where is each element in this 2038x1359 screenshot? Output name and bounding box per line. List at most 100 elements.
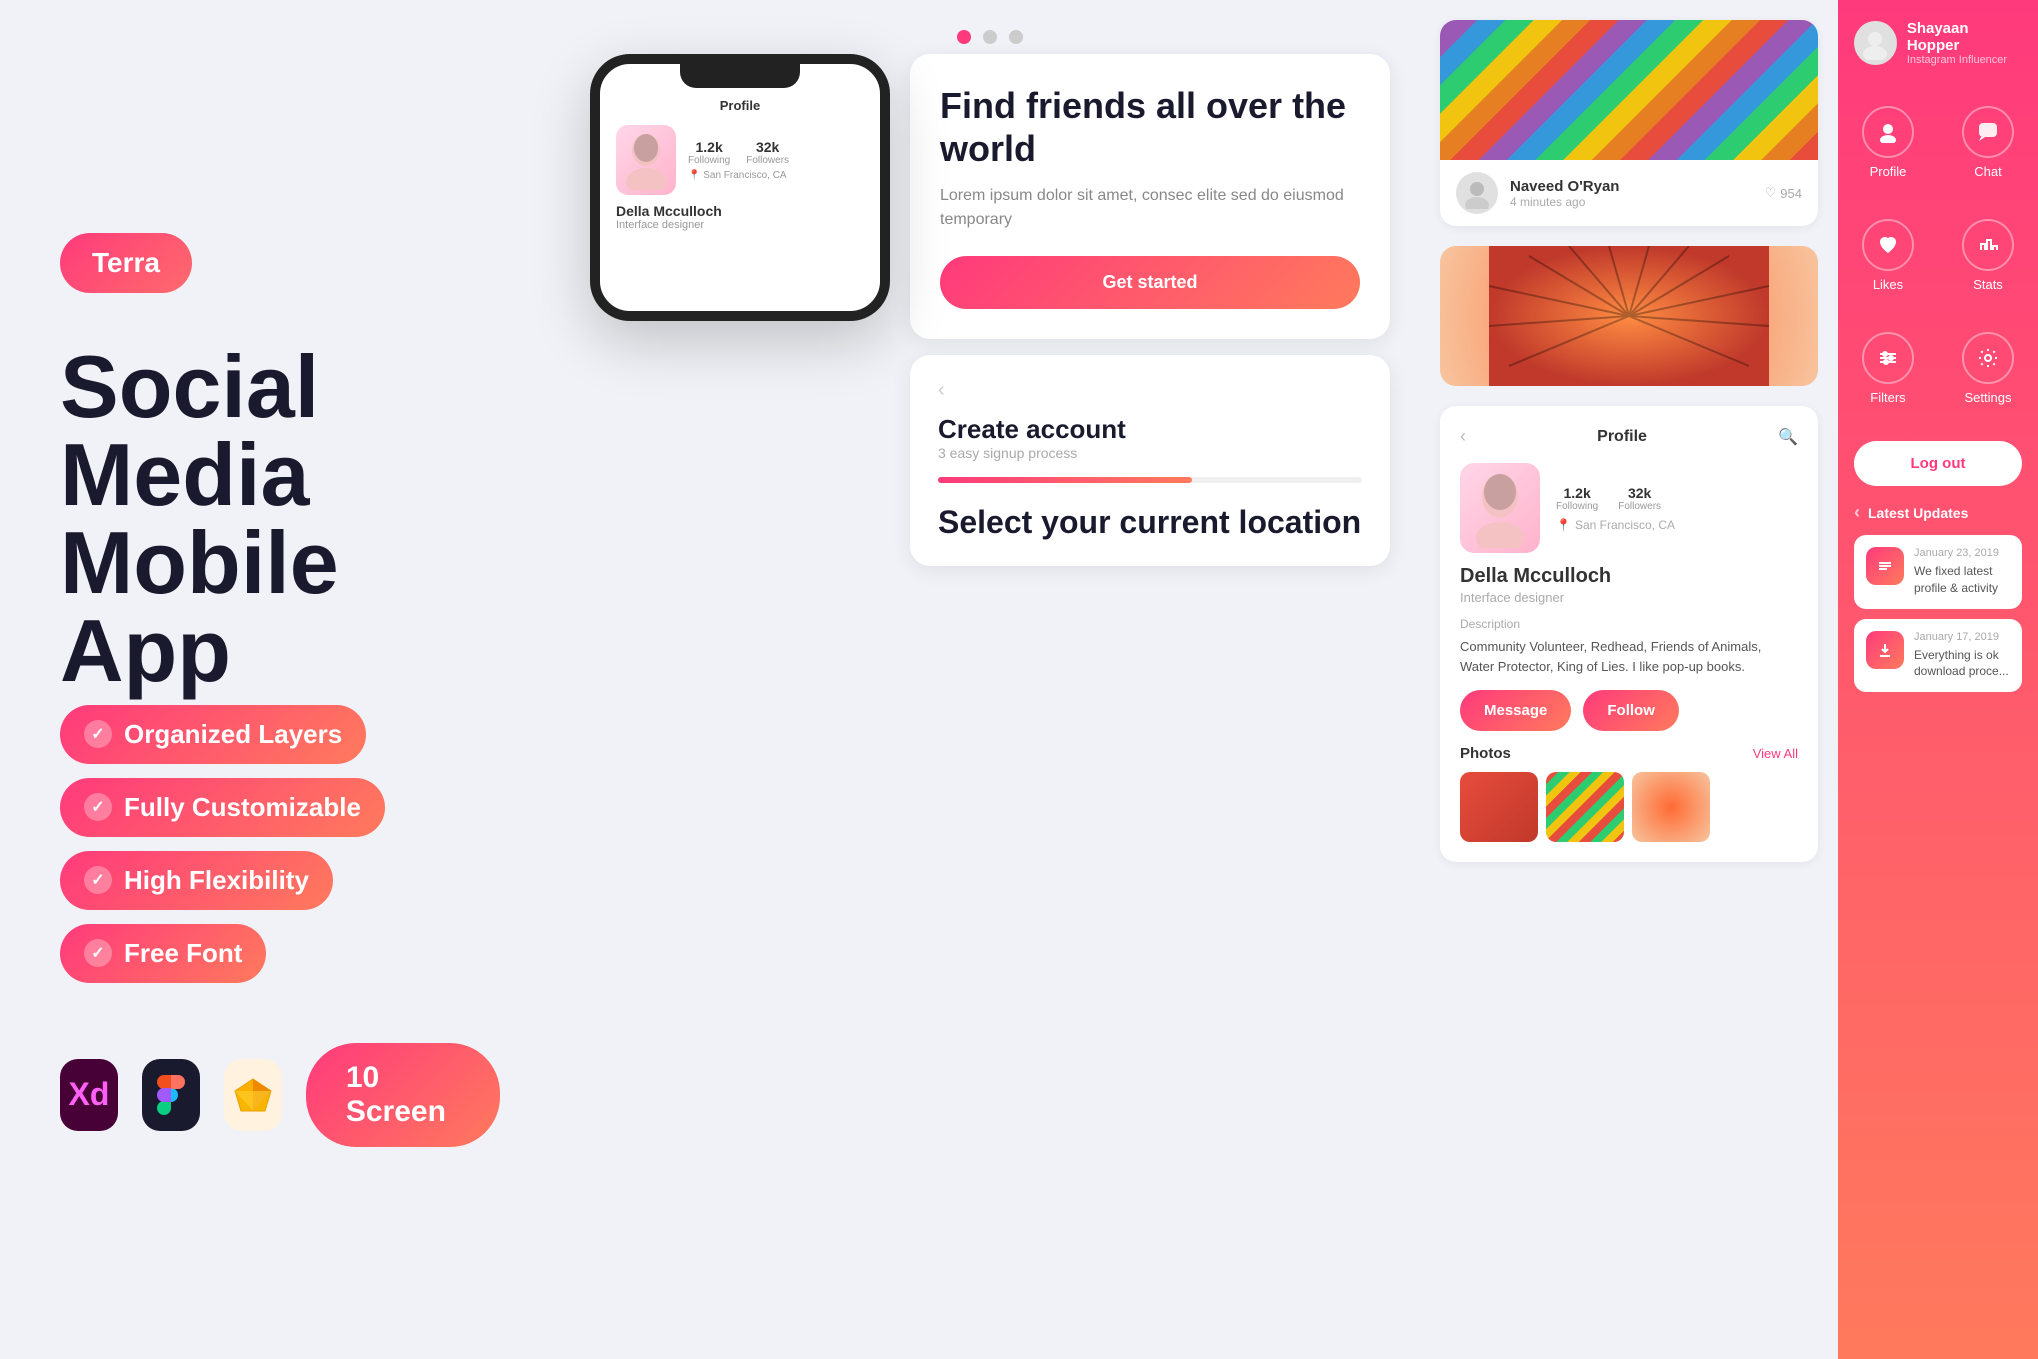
update-text-1: Everything is ok download proce... <box>1914 647 2010 681</box>
photos-label: Photos <box>1460 745 1511 762</box>
profile-detail-stats-block: 1.2k Following 32k Followers 📍 San Franc… <box>1556 485 1675 532</box>
progress-bar-fill <box>938 477 1192 483</box>
filters-nav-icon <box>1862 332 1914 384</box>
sidebar-user-subtitle: Instagram Influencer <box>1907 54 2022 66</box>
stats-nav-icon <box>1962 219 2014 271</box>
sidebar-user-info: Shayaan Hopper Instagram Influencer <box>1907 20 2022 66</box>
tool-icons: Xd 10 Screen <box>60 1043 500 1147</box>
brand-pill[interactable]: Terra <box>60 233 192 293</box>
create-account-subtitle: 3 easy signup process <box>938 445 1362 461</box>
check-icon-3: ✓ <box>84 939 112 967</box>
left-panel: Terra Social Media Mobile App ✓ Organize… <box>0 0 560 1359</box>
update-card-0: January 23, 2019 We fixed latest profile… <box>1854 535 2022 609</box>
dots-nav <box>590 20 1390 44</box>
avatar <box>616 125 676 195</box>
profile-detail-role: Interface designer <box>1460 590 1798 605</box>
heart-icon: ♡ <box>1765 185 1777 201</box>
dot-2[interactable] <box>1009 30 1023 44</box>
location-title: Select your current location <box>938 503 1362 541</box>
progress-bar <box>938 477 1362 483</box>
sidebar-item-likes-label: Likes <box>1873 277 1903 292</box>
profile-detail-location: 📍 San Francisco, CA <box>1556 518 1675 532</box>
sidebar-item-stats[interactable]: Stats <box>1938 199 2038 312</box>
profile-role: Interface designer <box>616 219 864 231</box>
follow-button[interactable]: Follow <box>1583 690 1679 731</box>
logout-button[interactable]: Log out <box>1854 441 2022 486</box>
update-content-0: January 23, 2019 We fixed latest profile… <box>1914 547 2010 597</box>
info-card: Find friends all over the world Lorem ip… <box>910 54 1390 339</box>
post-author-info: Naveed O'Ryan 4 minutes ago <box>1510 178 1619 209</box>
profile-panel: Naveed O'Ryan 4 minutes ago ♡ 954 <box>1420 0 1838 1359</box>
post-author-name: Naveed O'Ryan <box>1510 178 1619 195</box>
create-account-title: Create account <box>938 414 1362 445</box>
sidebar-icons-grid: Profile Chat Likes <box>1838 86 2038 425</box>
post-avatar <box>1456 172 1498 214</box>
sidebar-item-chat[interactable]: Chat <box>1938 86 2038 199</box>
detail-stat-following: 1.2k Following <box>1556 485 1598 512</box>
back-arrow-icon[interactable]: ‹ <box>938 379 1362 402</box>
sidebar-top: Shayaan Hopper Instagram Influencer <box>1838 20 2038 86</box>
profile-detail-avatar <box>1460 463 1540 553</box>
sidebar-item-likes[interactable]: Likes <box>1838 199 1938 312</box>
post-time: 4 minutes ago <box>1510 195 1619 209</box>
umbrella-image <box>1440 246 1818 386</box>
profile-detail-header: ‹ Profile 🔍 <box>1460 426 1798 447</box>
description-text: Community Volunteer, Redhead, Friends of… <box>1460 637 1798 676</box>
profile-detail-stats: 1.2k Following 32k Followers <box>1556 485 1675 512</box>
sidebar-item-settings[interactable]: Settings <box>1938 312 2038 425</box>
check-icon-0: ✓ <box>84 720 112 748</box>
phone-notch <box>680 64 800 88</box>
updates-back-icon[interactable]: ‹ <box>1854 502 1860 523</box>
sidebar-item-filters[interactable]: Filters <box>1838 312 1938 425</box>
sidebar-user-name: Shayaan Hopper <box>1907 20 2022 54</box>
profile-nav-icon <box>1862 106 1914 158</box>
create-account-card: ‹ Create account 3 easy signup process S… <box>910 355 1390 565</box>
detail-stat-followers: 32k Followers <box>1618 485 1661 512</box>
sidebar-item-chat-label: Chat <box>1974 164 2001 179</box>
profile-stats: 1.2k Following 32k Followers <box>688 139 789 166</box>
feature-badge-1: ✓ Fully Customizable <box>60 778 385 837</box>
check-icon-1: ✓ <box>84 793 112 821</box>
dot-1[interactable] <box>983 30 997 44</box>
card-title: Find friends all over the world <box>940 84 1360 170</box>
rainbow-image <box>1440 20 1818 160</box>
post-likes: ♡ 954 <box>1765 185 1802 201</box>
xd-icon: Xd <box>60 1059 118 1131</box>
screen-count-pill[interactable]: 10 Screen <box>306 1043 500 1147</box>
post-card: Naveed O'Ryan 4 minutes ago ♡ 954 <box>1440 20 1818 226</box>
stat-following: 1.2k Following <box>688 139 730 166</box>
sidebar-avatar <box>1854 21 1897 65</box>
update-content-1: January 17, 2019 Everything is ok downlo… <box>1914 631 2010 681</box>
message-button[interactable]: Message <box>1460 690 1571 731</box>
update-date-1: January 17, 2019 <box>1914 631 2010 643</box>
middle-panel: Profile 1.2k Following <box>560 0 1420 1359</box>
view-all-link[interactable]: View All <box>1753 746 1798 761</box>
likes-nav-icon <box>1862 219 1914 271</box>
sidebar-panel: Shayaan Hopper Instagram Influencer Prof… <box>1838 0 2038 1359</box>
update-card-1: January 17, 2019 Everything is ok downlo… <box>1854 619 2022 693</box>
sidebar-item-settings-label: Settings <box>1965 390 2012 405</box>
post-info: Naveed O'Ryan 4 minutes ago ♡ 954 <box>1440 160 1818 226</box>
update-date-0: January 23, 2019 <box>1914 547 2010 559</box>
dot-0[interactable] <box>957 30 971 44</box>
sidebar-item-profile[interactable]: Profile <box>1838 86 1938 199</box>
feature-badges: ✓ Organized Layers ✓ Fully Customizable … <box>60 705 500 983</box>
phone-mockup: Profile 1.2k Following <box>590 54 890 321</box>
main-title: Social Media Mobile App <box>60 343 500 695</box>
profile-name: Della Mcculloch <box>616 203 864 219</box>
profile-search-icon[interactable]: 🔍 <box>1778 427 1798 447</box>
settings-nav-icon <box>1962 332 2014 384</box>
get-started-button[interactable]: Get started <box>940 256 1360 309</box>
sidebar-item-filters-label: Filters <box>1870 390 1905 405</box>
phone-screen: Profile 1.2k Following <box>600 88 880 251</box>
info-card-section: Find friends all over the world Lorem ip… <box>910 54 1390 566</box>
feature-badge-0: ✓ Organized Layers <box>60 705 366 764</box>
sidebar-item-stats-label: Stats <box>1973 277 2003 292</box>
feature-badge-3: ✓ Free Font <box>60 924 266 983</box>
action-buttons: Message Follow <box>1460 690 1798 731</box>
profile-location: 📍 San Francisco, CA <box>688 170 789 181</box>
profile-card: 1.2k Following 32k Followers 📍 San Franc… <box>616 125 864 195</box>
profile-detail-card: ‹ Profile 🔍 1.2k Following <box>1440 406 1818 862</box>
updates-header: ‹ Latest Updates <box>1854 502 2022 523</box>
post-image <box>1440 20 1818 160</box>
